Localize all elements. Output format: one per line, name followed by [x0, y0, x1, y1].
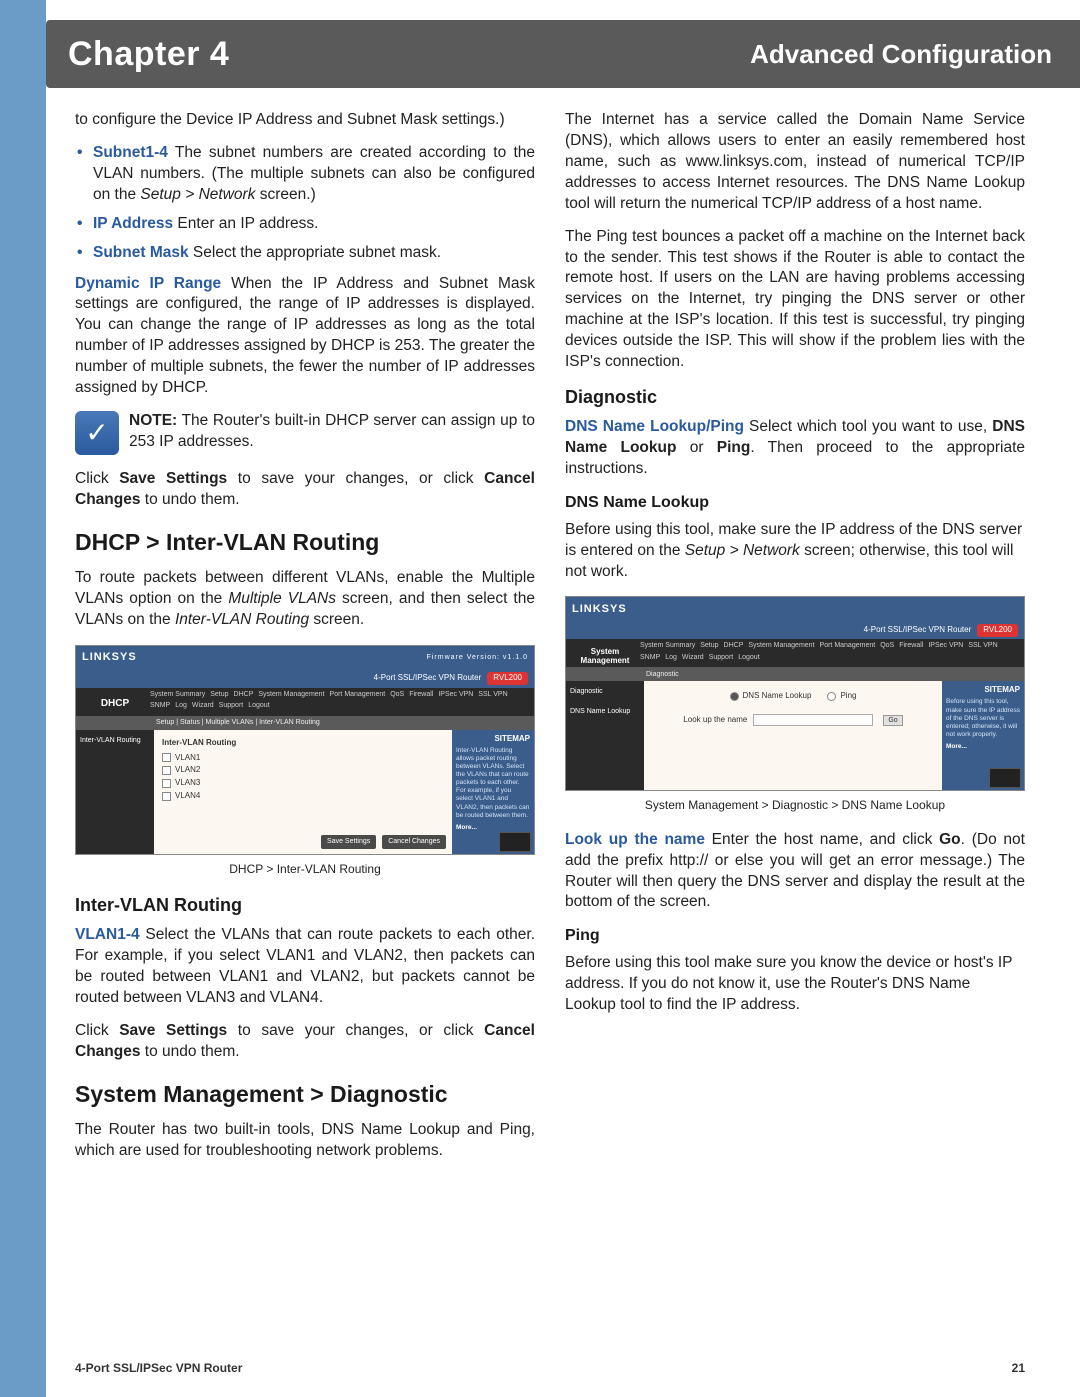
- fig-model-pill: RVL200: [487, 672, 528, 685]
- chapter-title: Chapter 4: [68, 35, 229, 74]
- cisco-logo-icon: [499, 832, 531, 852]
- para: The Router has two built-in tools, DNS N…: [75, 1120, 535, 1162]
- cisco-logo-icon: [989, 768, 1021, 788]
- fig-subnav: Diagnostic: [566, 667, 1024, 681]
- fig-tabrow: System Summary Setup DHCP System Managem…: [640, 642, 1020, 662]
- figure-caption: DHCP > Inter-VLAN Routing: [75, 861, 535, 877]
- bullet-item: Subnet Mask Select the appropriate subne…: [75, 243, 535, 264]
- page-footer: 4-Port SSL/IPSec VPN Router 21: [75, 1361, 1025, 1375]
- heading-diagnostic: System Management > Diagnostic: [75, 1079, 535, 1110]
- fig-main-tab: DHCP: [80, 691, 150, 711]
- para: To route packets between different VLANs…: [75, 568, 535, 631]
- fig-subnav: Setup | Status | Multiple VLANs | Inter-…: [76, 716, 534, 730]
- note-block: ✓ NOTE: The Router's built-in DHCP serve…: [75, 411, 535, 455]
- para: Look up the name Enter the host name, an…: [565, 830, 1025, 914]
- fig-center: DNS Name Lookup Ping Look up the name Go: [644, 681, 942, 790]
- section-title: Advanced Configuration: [750, 39, 1052, 70]
- para: DNS Name Lookup/Ping Select which tool y…: [565, 417, 1025, 480]
- heading-ping: Ping: [565, 925, 1025, 947]
- left-stripe: [0, 0, 46, 1397]
- page-content: to configure the Device IP Address and S…: [75, 110, 1025, 1347]
- fig-dns-input: [753, 714, 873, 726]
- fig-model-pill: RVL200: [977, 624, 1018, 637]
- heading-dhcp-intervlan: DHCP > Inter-VLAN Routing: [75, 527, 535, 558]
- para: Click Save Settings to save your changes…: [75, 469, 535, 511]
- fig-tabrow: System Summary Setup DHCP System Managem…: [150, 691, 530, 711]
- bullet-list: Subnet1-4 The subnet numbers are created…: [75, 143, 535, 264]
- para: to configure the Device IP Address and S…: [75, 110, 535, 131]
- fig-model-text: 4-Port SSL/IPSec VPN Router: [374, 673, 482, 684]
- para: VLAN1-4 Select the VLANs that can route …: [75, 925, 535, 1009]
- para: The Internet has a service called the Do…: [565, 110, 1025, 215]
- fig-helpcol: SITEMAP Inter-VLAN Routing allows packet…: [452, 730, 534, 854]
- fig-brand: LINKSYS: [82, 650, 137, 665]
- fig-go-button: Go: [883, 715, 902, 726]
- para: Before using this tool, make sure the IP…: [565, 520, 1025, 583]
- fig-leftnav: Inter-VLAN Routing: [76, 730, 154, 854]
- page-header: Chapter 4 Advanced Configuration: [46, 20, 1080, 88]
- heading-dns-lookup: DNS Name Lookup: [565, 492, 1025, 514]
- heading-diagnostic-sub: Diagnostic: [565, 385, 1025, 409]
- bullet-item: Subnet1-4 The subnet numbers are created…: [75, 143, 535, 206]
- fig-fw: Firmware Version: v1.1.0: [427, 653, 528, 662]
- checkmark-icon: ✓: [75, 411, 119, 455]
- fig-helpcol: SITEMAP Before using this tool, make sur…: [942, 681, 1024, 790]
- fig-center: Inter-VLAN Routing VLAN1 VLAN2 VLAN3 VLA…: [154, 730, 452, 854]
- note-text: NOTE: The Router's built-in DHCP server …: [129, 411, 535, 453]
- footer-product: 4-Port SSL/IPSec VPN Router: [75, 1361, 242, 1375]
- para: The Ping test bounces a packet off a mac…: [565, 227, 1025, 373]
- para: Click Save Settings to save your changes…: [75, 1021, 535, 1063]
- bullet-item: IP Address Enter an IP address.: [75, 214, 535, 235]
- fig-main-tab: System Management: [570, 642, 640, 666]
- fig-leftnav: Diagnostic DNS Name Lookup: [566, 681, 644, 790]
- figure-caption: System Management > Diagnostic > DNS Nam…: [565, 797, 1025, 813]
- figure-intervlan: LINKSYS Firmware Version: v1.1.0 4-Port …: [75, 645, 535, 855]
- fig-brand: LINKSYS: [572, 602, 627, 617]
- fig-model-text: 4-Port SSL/IPSec VPN Router: [864, 625, 972, 636]
- footer-page-number: 21: [1012, 1361, 1025, 1375]
- figure-dns-lookup: LINKSYS 4-Port SSL/IPSec VPN Router RVL2…: [565, 596, 1025, 791]
- para: Dynamic IP Range When the IP Address and…: [75, 274, 535, 400]
- heading-intervlan: Inter-VLAN Routing: [75, 893, 535, 917]
- para: Before using this tool make sure you kno…: [565, 953, 1025, 1016]
